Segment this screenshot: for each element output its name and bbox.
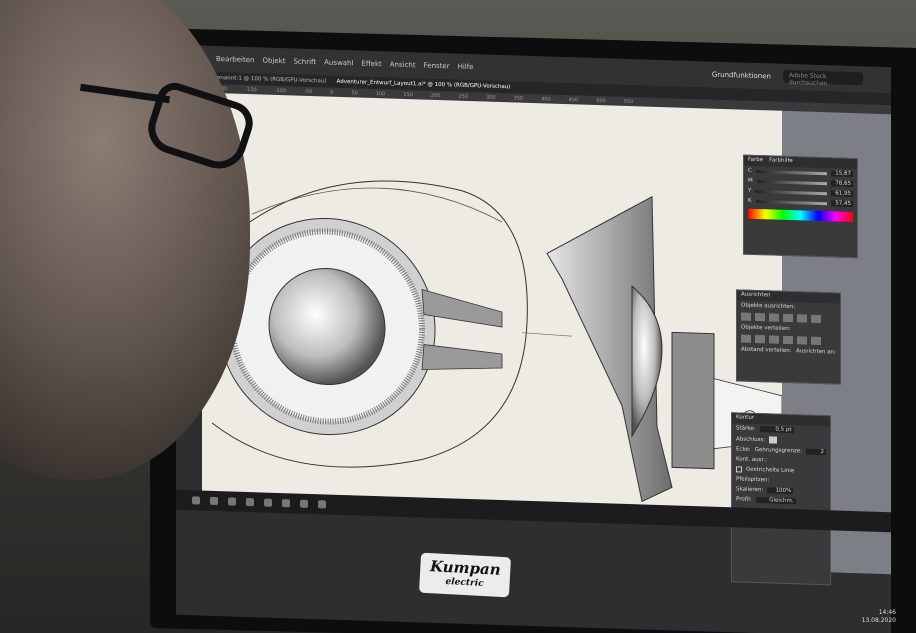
start-icon[interactable]: [192, 496, 200, 505]
cap-butt-icon[interactable]: [769, 436, 778, 444]
menu-ansicht[interactable]: Ansicht: [390, 60, 416, 69]
ruler-tick: 150: [403, 91, 413, 98]
distribute-objects-label: Objekte verteilen:: [741, 324, 791, 333]
distribute-vcenter-icon[interactable]: [755, 334, 765, 344]
ruler-tick: 550: [623, 98, 634, 105]
black-slider[interactable]: [755, 199, 827, 205]
center-line: [521, 332, 573, 337]
stroke-corner-label: Ecke:: [736, 446, 751, 453]
ruler-tick: 500: [596, 97, 606, 104]
ruler-tick: 350: [513, 94, 524, 102]
profile-label: Profil:: [736, 496, 752, 503]
menu-effekt[interactable]: Effekt: [361, 60, 381, 69]
align-to-label: Ausrichten an:: [796, 348, 836, 356]
menu-auswahl[interactable]: Auswahl: [324, 58, 353, 67]
color-spectrum[interactable]: [748, 208, 853, 223]
distribute-bottom-icon[interactable]: [769, 335, 779, 344]
stroke-weight-input[interactable]: 0,5 pt: [759, 426, 794, 434]
ruler-tick: -50: [304, 88, 313, 95]
artboard[interactable]: [202, 92, 782, 511]
black-value[interactable]: 57,45: [831, 200, 853, 208]
dashed-line-label: Gestrichelte Linie: [746, 466, 795, 475]
profile-select[interactable]: Gleichm.: [755, 496, 796, 505]
search-icon[interactable]: [210, 496, 218, 506]
align-hcenter-icon[interactable]: [755, 312, 765, 322]
ruler-tick: 50: [351, 89, 358, 96]
distribute-hcenter-icon[interactable]: [797, 336, 807, 345]
color-panel: Farbe Farbhilfe C 15,67 M 78,65 Y 61,95 K 57…: [743, 154, 858, 259]
acrobat-icon[interactable]: [300, 499, 308, 508]
cyan-slider[interactable]: [755, 169, 827, 175]
browser-icon[interactable]: [318, 500, 326, 509]
align-panel: Ausrichten Objekte ausrichten: Objekte v…: [736, 289, 841, 385]
magenta-slider[interactable]: [756, 179, 827, 185]
stroke-cap-label: Abschluss:: [736, 435, 766, 443]
channel-label: K: [748, 197, 752, 204]
clock-date: 13.08.2020: [861, 617, 896, 624]
align-objects-label: Objekte ausrichten:: [741, 302, 796, 311]
vector-illustration: [211, 180, 782, 503]
ruler-tick: 200: [430, 92, 441, 99]
left-fin-lower: [421, 344, 503, 370]
menu-schrift[interactable]: Schrift: [293, 57, 316, 66]
ruler-tick: 0: [330, 89, 334, 96]
workspace-switcher[interactable]: Grundfunktionen: [712, 71, 771, 81]
ruler-tick: -150: [245, 86, 257, 93]
distribute-right-icon[interactable]: [811, 336, 821, 346]
arrowheads-label: Pfeilspitzen:: [736, 476, 770, 484]
miter-limit-input[interactable]: 2: [806, 448, 826, 456]
stock-search-input[interactable]: Adobe Stock durchsuchen: [783, 69, 863, 87]
menu-hilfe[interactable]: Hilfe: [458, 63, 474, 72]
ruler-tick: 100: [375, 90, 386, 97]
channel-label: C: [748, 167, 752, 174]
yellow-slider[interactable]: [755, 189, 827, 195]
housing-top-arc: [251, 187, 503, 223]
align-bottom-icon[interactable]: [811, 314, 821, 324]
yellow-value[interactable]: 61,95: [831, 190, 853, 198]
photoshop-icon[interactable]: [282, 499, 290, 508]
tab-farbe[interactable]: Farbe: [748, 157, 763, 165]
tab-unbenannt[interactable]: Unbenannt-1 @ 100 % (RGB/GPU-Vorschau): [206, 75, 327, 85]
ruler-tick: 300: [486, 94, 496, 101]
task-view-icon[interactable]: [228, 497, 236, 506]
brand-name: Kumpan: [429, 557, 502, 579]
stroke-panel-title: Kontur: [736, 414, 755, 421]
menu-objekt[interactable]: Objekt: [262, 56, 285, 65]
file-explorer-icon[interactable]: [246, 497, 254, 507]
illustrator-icon[interactable]: [264, 498, 272, 507]
ruler-tick: -100: [274, 87, 287, 94]
align-top-icon[interactable]: [783, 313, 793, 323]
clock-time: 14:46: [878, 609, 896, 616]
side-mount-block: [671, 331, 715, 470]
photo-scene: Bearbeiten Objekt Schrift Auswahl Effekt…: [0, 0, 916, 633]
miter-limit-label: Gehrungsgrenze:: [754, 446, 803, 455]
tab-farbhilfe[interactable]: Farbhilfe: [769, 157, 793, 166]
ruler-tick: 450: [568, 96, 579, 103]
ruler-tick: 250: [458, 93, 468, 100]
stroke-panel: Kontur Stärke: 0,5 pt Abschluss: Ecke: Geh…: [731, 412, 831, 586]
magenta-value[interactable]: 78,65: [831, 180, 853, 188]
channel-label: Y: [748, 187, 752, 194]
stroke-weight-label: Stärke:: [736, 425, 756, 432]
cyan-value[interactable]: 15,67: [831, 170, 853, 178]
brand-badge: Kumpan electric: [419, 552, 511, 598]
menu-fenster[interactable]: Fenster: [424, 62, 450, 71]
align-panel-title: Ausrichten: [741, 291, 771, 299]
menu-bearbeiten[interactable]: Bearbeiten: [216, 55, 254, 64]
stroke-align-label: Kont. ausr.:: [736, 456, 767, 464]
scale-input[interactable]: 100%: [767, 487, 794, 495]
align-left-icon[interactable]: [741, 312, 751, 321]
align-right-icon[interactable]: [769, 313, 779, 322]
dashed-line-checkbox[interactable]: [736, 466, 742, 473]
scale-label: Skalieren:: [736, 486, 764, 494]
monitor-screen: Bearbeiten Objekt Schrift Auswahl Effekt…: [176, 44, 891, 633]
align-vcenter-icon[interactable]: [797, 314, 807, 323]
distribute-top-icon[interactable]: [741, 334, 751, 343]
distribute-left-icon[interactable]: [783, 335, 793, 345]
taskbar-clock: 14:46 13.08.2020: [862, 609, 896, 625]
ruler-tick: 400: [541, 95, 551, 103]
distribute-spacing-label: Abstand verteilen:: [741, 346, 792, 355]
channel-label: M: [748, 177, 753, 184]
